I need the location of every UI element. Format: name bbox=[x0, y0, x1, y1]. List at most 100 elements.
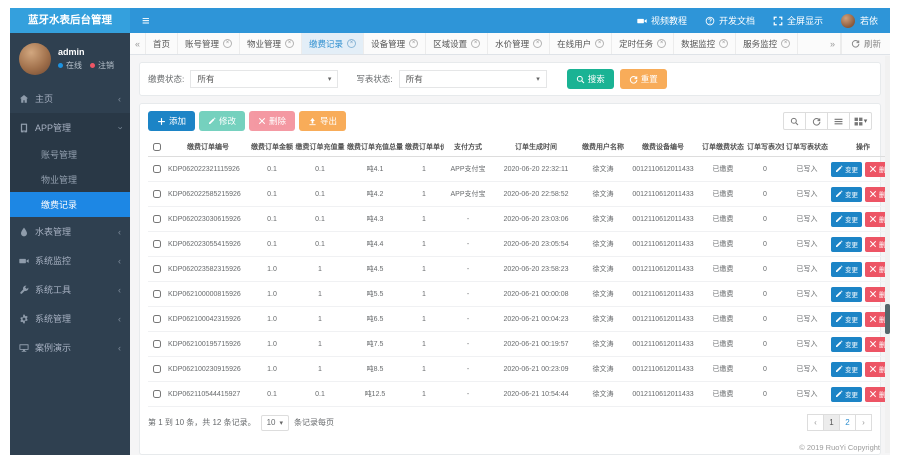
row-edit-button[interactable]: 变更 bbox=[831, 336, 862, 352]
tab-close-icon[interactable]: × bbox=[781, 39, 791, 48]
row-checkbox[interactable] bbox=[153, 165, 161, 173]
table-refresh-button[interactable] bbox=[805, 112, 828, 130]
column-header-11[interactable]: 订单写表次数 bbox=[746, 138, 784, 157]
column-header-5[interactable]: 缴费订单单价 bbox=[404, 138, 444, 157]
tab-1[interactable]: 首页 bbox=[146, 33, 179, 54]
sidebar-item-1[interactable]: 主页 ‹ bbox=[10, 84, 130, 113]
navbar-item-2[interactable]: 开发文档 bbox=[705, 14, 755, 27]
navbar-item-1[interactable]: 视频教程 bbox=[637, 14, 687, 27]
row-edit-button[interactable]: 变更 bbox=[831, 361, 862, 377]
tab-2[interactable]: 账号管理 × bbox=[178, 33, 241, 54]
table-columns-button[interactable]: ▾ bbox=[849, 112, 872, 130]
row-checkbox[interactable] bbox=[153, 365, 161, 373]
row-edit-button[interactable]: 变更 bbox=[831, 386, 862, 402]
online-label[interactable]: 在线 bbox=[66, 60, 82, 71]
table-row[interactable]: KDP062022585215926 0.1 0.1 吨4.2 1 APP支付宝 2020-… bbox=[148, 181, 890, 207]
export-button[interactable]: 导出 bbox=[299, 111, 347, 131]
table-row[interactable]: KDP062100042315926 1.0 1 吨6.5 1-2020-06-21 0… bbox=[148, 306, 890, 332]
page-next-button[interactable]: › bbox=[855, 414, 872, 431]
sidebar-item-6[interactable]: 系统管理 ‹ bbox=[10, 304, 130, 333]
select-all-checkbox[interactable] bbox=[153, 143, 161, 151]
row-edit-button[interactable]: 变更 bbox=[831, 236, 862, 252]
logout-label[interactable]: 注销 bbox=[98, 60, 114, 71]
tab-10[interactable]: 数据监控 × bbox=[674, 33, 737, 54]
table-row[interactable]: KDP062100195715926 1.0 1 吨7.5 1-2020-06-21 0… bbox=[148, 331, 890, 357]
table-row[interactable]: KDP062100000815926 1.0 1 吨5.5 1-2020-06-21 0… bbox=[148, 281, 890, 307]
column-header-1[interactable]: 缴费订单编号 bbox=[166, 138, 250, 157]
tab-close-icon[interactable]: × bbox=[409, 39, 419, 48]
sidebar-toggle-icon[interactable]: ≡ bbox=[142, 14, 150, 27]
row-edit-button[interactable]: 变更 bbox=[831, 211, 862, 227]
page-prev-button[interactable]: ‹ bbox=[807, 414, 824, 431]
tab-close-icon[interactable]: × bbox=[595, 39, 605, 48]
table-toggle-button[interactable] bbox=[827, 112, 850, 130]
tabs-scroll-left-icon[interactable]: « bbox=[130, 33, 146, 54]
column-header-9[interactable]: 缴费设备编号 bbox=[626, 138, 700, 157]
column-header-6[interactable]: 支付方式 bbox=[444, 138, 492, 157]
tab-4[interactable]: 缴费记录 × bbox=[302, 33, 365, 54]
tab-close-icon[interactable]: × bbox=[285, 39, 295, 48]
tab-close-icon[interactable]: × bbox=[223, 39, 233, 48]
tab-11[interactable]: 服务监控 × bbox=[736, 33, 799, 54]
navbar-item-3[interactable]: 全屏显示 bbox=[773, 14, 823, 27]
sidebar-subitem-2[interactable]: 物业管理 bbox=[10, 167, 130, 192]
search-button[interactable]: 搜索 bbox=[566, 69, 614, 89]
row-edit-button[interactable]: 变更 bbox=[831, 186, 862, 202]
column-header-7[interactable]: 订单生成时间 bbox=[492, 138, 580, 157]
tabs-refresh-button[interactable]: 刷新 bbox=[840, 33, 890, 54]
row-checkbox[interactable] bbox=[153, 290, 161, 298]
row-edit-button[interactable]: 变更 bbox=[831, 261, 862, 277]
tab-close-icon[interactable]: × bbox=[533, 39, 543, 48]
tab-3[interactable]: 物业管理 × bbox=[240, 33, 303, 54]
scrollbar-track[interactable] bbox=[885, 56, 890, 453]
row-checkbox[interactable] bbox=[153, 315, 161, 323]
write-status-select[interactable]: 所有 ▾ bbox=[398, 70, 547, 88]
tab-7[interactable]: 水价管理 × bbox=[488, 33, 551, 54]
tab-close-icon[interactable]: × bbox=[719, 39, 729, 48]
payment-status-select[interactable]: 所有 ▾ bbox=[190, 70, 339, 88]
sidebar-item-2[interactable]: APP管理 ‹ bbox=[10, 113, 130, 142]
tab-close-icon[interactable]: × bbox=[657, 39, 667, 48]
tab-5[interactable]: 设备管理 × bbox=[364, 33, 427, 54]
delete-button[interactable]: 删除 bbox=[249, 111, 296, 131]
table-search-button[interactable] bbox=[783, 112, 806, 130]
sidebar-item-7[interactable]: 案例演示 ‹ bbox=[10, 333, 130, 362]
row-checkbox[interactable] bbox=[153, 215, 161, 223]
column-header-8[interactable]: 缴费用户名称 bbox=[580, 138, 626, 157]
page-size-select[interactable]: 10 ▾ bbox=[260, 414, 290, 431]
table-row[interactable]: KDP062110544415927 0.1 0.1 吨12.5 1-2020-06-2… bbox=[148, 381, 890, 407]
row-checkbox[interactable] bbox=[153, 265, 161, 273]
page-button-1[interactable]: 1 bbox=[823, 414, 840, 431]
tab-8[interactable]: 在线用户 × bbox=[550, 33, 613, 54]
column-header-3[interactable]: 缴费订单充值量 bbox=[294, 138, 346, 157]
column-header-12[interactable]: 订单写表状态 bbox=[784, 138, 830, 157]
tab-9[interactable]: 定时任务 × bbox=[612, 33, 675, 54]
navbar-user-menu[interactable]: 若依 bbox=[840, 13, 878, 28]
row-edit-button[interactable]: 变更 bbox=[831, 311, 862, 327]
add-button[interactable]: 添加 bbox=[148, 111, 196, 131]
row-checkbox[interactable] bbox=[153, 340, 161, 348]
row-checkbox[interactable] bbox=[153, 240, 161, 248]
table-row[interactable]: KDP062023055415926 0.1 0.1 吨4.4 1-2020-06-20… bbox=[148, 231, 890, 257]
sidebar-subitem-1[interactable]: 账号管理 bbox=[10, 142, 130, 167]
sidebar-item-3[interactable]: 水表管理 ‹ bbox=[10, 217, 130, 246]
table-row[interactable]: KDP062022321115926 0.1 0.1 吨4.1 1 APP支付宝 2020-… bbox=[148, 156, 890, 182]
row-edit-button[interactable]: 变更 bbox=[831, 286, 862, 302]
tab-close-icon[interactable]: × bbox=[347, 39, 357, 48]
tab-close-icon[interactable]: × bbox=[471, 39, 481, 48]
tabs-scroll-right-icon[interactable]: » bbox=[825, 33, 841, 54]
table-row[interactable]: KDP062023030615926 0.1 0.1 吨4.3 1-2020-06-20… bbox=[148, 206, 890, 232]
table-row[interactable]: KDP062023582315926 1.0 1 吨4.5 1-2020-06-20 2… bbox=[148, 256, 890, 282]
edit-button[interactable]: 修改 bbox=[199, 111, 246, 131]
scrollbar-thumb[interactable] bbox=[885, 304, 890, 334]
sidebar-item-4[interactable]: 系统监控 ‹ bbox=[10, 246, 130, 275]
sidebar-subitem-3[interactable]: 缴费记录 bbox=[10, 192, 130, 217]
column-header-4[interactable]: 缴费订单充值总量 bbox=[346, 138, 404, 157]
table-row[interactable]: KDP062100230915926 1.0 1 吨8.5 1-2020-06-21 0… bbox=[148, 356, 890, 382]
column-header-10[interactable]: 订单缴费状态 bbox=[700, 138, 746, 157]
tab-6[interactable]: 区域设置 × bbox=[426, 33, 489, 54]
row-edit-button[interactable]: 变更 bbox=[831, 161, 862, 177]
sidebar-item-5[interactable]: 系统工具 ‹ bbox=[10, 275, 130, 304]
row-checkbox[interactable] bbox=[153, 190, 161, 198]
column-header-13[interactable]: 操作 bbox=[830, 138, 890, 157]
